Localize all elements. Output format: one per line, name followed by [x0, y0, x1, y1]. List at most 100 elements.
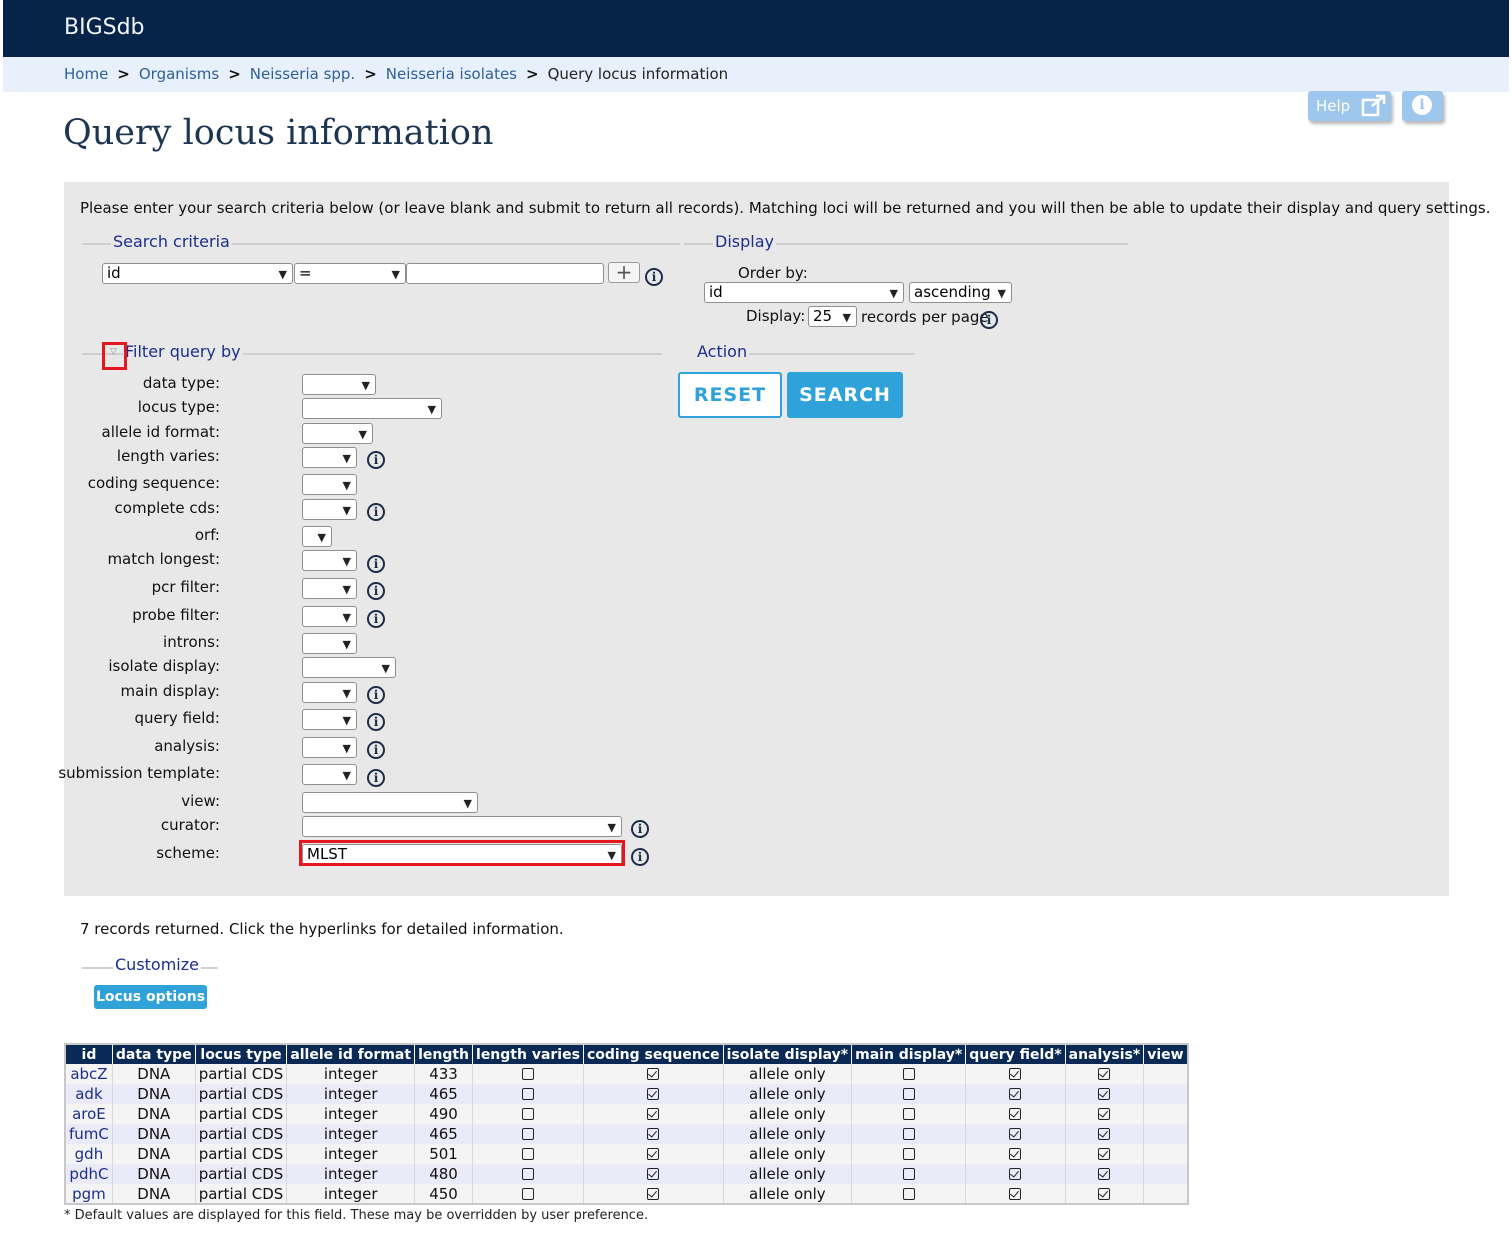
filter-allele-id-format-select[interactable]: ▼ — [302, 423, 373, 444]
column-header[interactable]: allele id format — [286, 1044, 416, 1064]
checked-box-icon — [1009, 1088, 1022, 1100]
column-header[interactable]: isolate display* — [723, 1044, 853, 1064]
search-button[interactable]: SEARCH — [787, 372, 903, 418]
filter-match-longest-select[interactable]: ▼ — [302, 550, 357, 571]
cell-data-type: DNA — [112, 1124, 196, 1144]
page-info-button[interactable]: i — [1402, 91, 1443, 121]
cell-coding — [583, 1124, 724, 1144]
column-header[interactable]: length varies — [472, 1044, 584, 1064]
collapse-triangle-icon[interactable]: ▽ — [110, 347, 117, 357]
filter-probe-filter-select[interactable]: ▼ — [302, 606, 357, 627]
column-header[interactable]: query field* — [965, 1044, 1066, 1064]
column-header[interactable]: data type — [112, 1044, 196, 1064]
cell-format: integer — [286, 1124, 416, 1144]
cell-length-varies — [472, 1104, 584, 1124]
cell-length: 480 — [414, 1164, 474, 1184]
query-field-info-icon[interactable]: i — [367, 713, 385, 731]
filter-submission-template-select[interactable]: ▼ — [302, 764, 357, 785]
column-header[interactable]: coding sequence — [583, 1044, 724, 1064]
filter-data-type-select[interactable]: ▼ — [302, 374, 376, 395]
filter-label-introns: introns: — [163, 633, 220, 651]
cell-locus-type: partial CDS — [195, 1184, 288, 1204]
filter-complete-cds-select[interactable]: ▼ — [302, 499, 357, 520]
reset-button[interactable]: RESET — [678, 372, 782, 418]
cell-coding — [583, 1184, 724, 1204]
filter-introns-select[interactable]: ▼ — [302, 633, 357, 654]
table-row: pdhC DNA partial CDS integer 480 allele only — [65, 1164, 1189, 1184]
breadcrumb-organisms[interactable]: Organisms — [139, 65, 219, 83]
checked-box-icon — [647, 1088, 660, 1100]
order-direction-select[interactable]: ascending ▼ — [909, 282, 1012, 303]
locus-link[interactable]: pgm — [72, 1185, 106, 1203]
filter-locus-type-select[interactable]: ▼ — [302, 398, 442, 419]
column-header[interactable]: id — [65, 1044, 113, 1064]
cell-isolate-display: allele only — [723, 1084, 853, 1104]
records-summary: 7 records returned. Click the hyperlinks… — [80, 920, 564, 938]
cell-coding — [583, 1164, 724, 1184]
order-by-select[interactable]: id ▼ — [704, 282, 904, 303]
cell-data-type: DNA — [112, 1184, 196, 1204]
help-button[interactable]: Help — [1308, 91, 1391, 121]
filter-view-select[interactable]: ▼ — [302, 792, 478, 813]
cell-analysis — [1065, 1124, 1145, 1144]
cell-isolate-display: allele only — [723, 1164, 853, 1184]
column-header[interactable]: locus type — [195, 1044, 288, 1064]
filter-coding-sequence-select[interactable]: ▼ — [302, 474, 357, 495]
cell-coding — [583, 1084, 724, 1104]
cell-data-type: DNA — [112, 1144, 196, 1164]
add-criteria-button[interactable]: + — [608, 262, 640, 283]
checked-box-icon — [647, 1148, 660, 1160]
filter-isolate-display-select[interactable]: ▼ — [302, 657, 396, 678]
curator-info-icon[interactable]: i — [631, 820, 649, 838]
per-page-select[interactable]: 25 ▼ — [808, 306, 857, 327]
pcr-filter-info-icon[interactable]: i — [367, 582, 385, 600]
display-info-icon[interactable]: i — [980, 311, 998, 329]
unchecked-box-icon — [902, 1148, 915, 1160]
scheme-info-icon[interactable]: i — [631, 848, 649, 866]
filter-orf-select[interactable]: ▼ — [302, 526, 332, 547]
locus-link[interactable]: fumC — [69, 1125, 109, 1143]
breadcrumb-neisseria-isolates[interactable]: Neisseria isolates — [386, 65, 517, 83]
match-longest-info-icon[interactable]: i — [367, 555, 385, 573]
filter-label-view: view: — [181, 792, 220, 810]
search-info-icon[interactable]: i — [645, 268, 663, 286]
main-display-info-icon[interactable]: i — [367, 686, 385, 704]
cell-query-field — [965, 1124, 1066, 1144]
filter-query-field-select[interactable]: ▼ — [302, 709, 357, 730]
breadcrumb-home[interactable]: Home — [64, 65, 108, 83]
unchecked-box-icon — [521, 1088, 534, 1100]
filter-curator-select[interactable]: ▼ — [302, 816, 622, 837]
column-header[interactable]: main display* — [851, 1044, 967, 1064]
site-name[interactable]: BIGSdb — [64, 15, 145, 40]
length-varies-info-icon[interactable]: i — [367, 451, 385, 469]
filter-analysis-select[interactable]: ▼ — [302, 737, 357, 758]
complete-cds-info-icon[interactable]: i — [367, 503, 385, 521]
column-header[interactable]: analysis* — [1065, 1044, 1145, 1064]
filter-label-complete-cds: complete cds: — [114, 499, 220, 517]
column-header[interactable]: view — [1143, 1044, 1189, 1064]
locus-link[interactable]: abcZ — [70, 1065, 107, 1083]
locus-options-button[interactable]: Locus options — [94, 985, 207, 1009]
filter-length-varies-select[interactable]: ▼ — [302, 447, 357, 468]
display-label: Display: — [746, 307, 806, 325]
cell-main-display — [851, 1184, 967, 1204]
cell-query-field — [965, 1164, 1066, 1184]
analysis-info-icon[interactable]: i — [367, 741, 385, 759]
intro-text: Please enter your search criteria below … — [80, 199, 1491, 217]
filter-label-orf: orf: — [194, 526, 220, 544]
unchecked-box-icon — [902, 1068, 915, 1080]
locus-link[interactable]: aroE — [72, 1105, 106, 1123]
search-value-input[interactable] — [406, 263, 604, 284]
filter-pcr-filter-select[interactable]: ▼ — [302, 578, 357, 599]
locus-link[interactable]: pdhC — [69, 1165, 108, 1183]
search-operator-select[interactable]: = ▼ — [294, 263, 406, 284]
column-header[interactable]: length — [414, 1044, 474, 1064]
locus-link[interactable]: gdh — [75, 1145, 104, 1163]
search-field-select[interactable]: id ▼ — [102, 263, 293, 284]
probe-filter-info-icon[interactable]: i — [367, 610, 385, 628]
submission-template-info-icon[interactable]: i — [367, 769, 385, 787]
filter-main-display-select[interactable]: ▼ — [302, 682, 357, 703]
checked-box-icon — [1098, 1168, 1111, 1180]
breadcrumb-neisseria-spp[interactable]: Neisseria spp. — [250, 65, 355, 83]
locus-link[interactable]: adk — [75, 1085, 102, 1103]
